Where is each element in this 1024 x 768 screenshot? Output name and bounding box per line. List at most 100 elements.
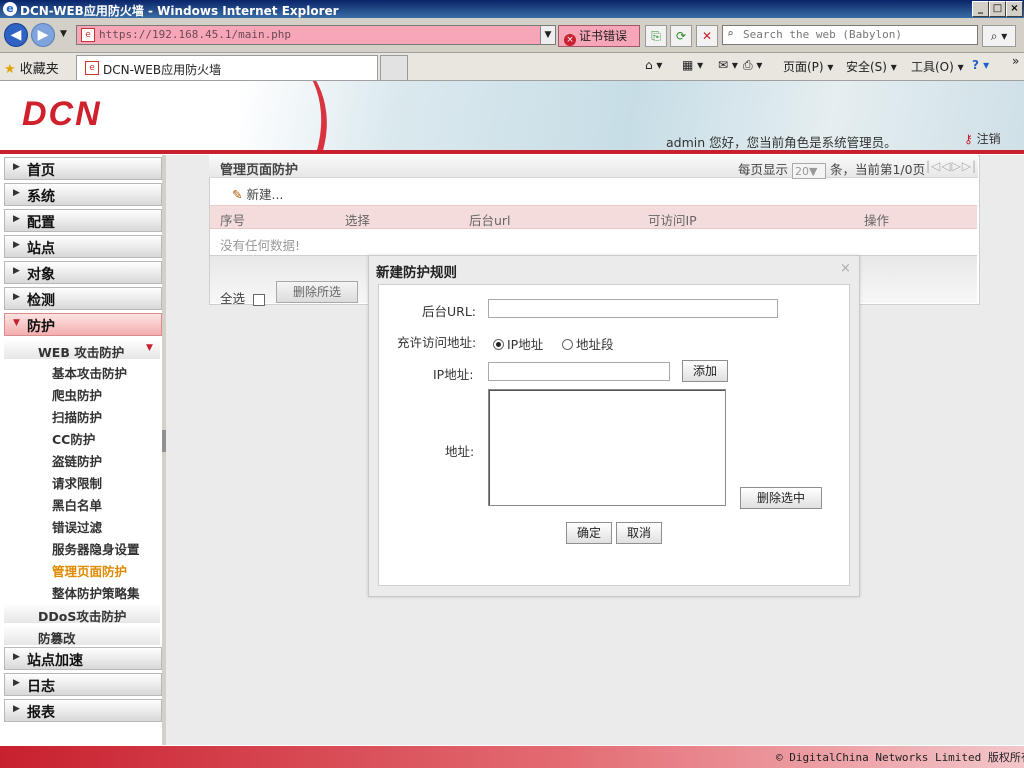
allow-address-label: 充许访问地址: (397, 335, 477, 350)
submenu-tamper[interactable]: 防篡改 (4, 625, 160, 646)
radio-ip[interactable] (493, 339, 504, 350)
paging-prefix: 每页显示 (738, 162, 789, 177)
history-dropdown-icon[interactable]: ▼ (60, 29, 67, 39)
cert-error-label: 证书错误 (579, 29, 628, 43)
menu-site[interactable]: ▶ 站点 (4, 235, 162, 258)
cancel-button[interactable]: 取消 (616, 522, 662, 544)
forward-button[interactable]: ▶ (31, 23, 55, 47)
menu-system[interactable]: ▶ 系统 (4, 183, 162, 206)
browser-tab[interactable]: e DCN-WEB应用防火墙 (76, 55, 378, 80)
mail-icon[interactable]: ✉ ▾ (718, 58, 738, 72)
new-rule-button[interactable]: ✎ 新建... (232, 184, 283, 203)
tab-title: DCN-WEB应用防火墙 (103, 63, 222, 77)
page-menu-label: 页面(P) (783, 60, 824, 74)
feeds-icon[interactable]: ▦ ▾ (682, 58, 703, 72)
tools-menu-label: 工具(O) (911, 60, 954, 74)
select-all[interactable]: 全选 (220, 288, 265, 307)
tools-menu[interactable]: 工具(O) ▾ (911, 58, 964, 75)
menu-label: 防护 (27, 319, 55, 335)
page-size-select[interactable]: 20▼ (792, 162, 826, 179)
menu-log[interactable]: ▶ 日志 (4, 673, 162, 696)
nav-error-filter[interactable]: 错误过滤 (52, 517, 102, 536)
first-page-icon[interactable]: |◁ (926, 159, 941, 173)
radio-range[interactable] (562, 339, 573, 350)
radio-ip-option[interactable]: IP地址 (493, 334, 543, 353)
last-page-icon[interactable]: ▷| (962, 159, 977, 173)
submenu-web-attack[interactable]: WEB 攻击防护 ▼ (4, 339, 160, 360)
page-size-value: 20 (795, 164, 809, 178)
nav-scan[interactable]: 扫描防护 (52, 407, 102, 426)
prev-page-icon[interactable]: ◁ (941, 159, 951, 173)
select-all-checkbox[interactable] (252, 293, 265, 306)
search-input[interactable]: ⌕ Search the web (Babylon) (722, 25, 978, 45)
triangle-right-icon: ▶ (13, 266, 20, 276)
triangle-right-icon: ▶ (13, 704, 20, 714)
new-tab-button[interactable] (380, 55, 408, 80)
menu-acceleration[interactable]: ▶ 站点加速 (4, 647, 162, 670)
triangle-down-icon: ▼ (146, 343, 153, 353)
submenu-ddos[interactable]: DDoS攻击防护 (4, 603, 160, 624)
logout-link[interactable]: ⚷ 注销 (964, 130, 1001, 147)
triangle-right-icon: ▶ (13, 162, 20, 172)
nav-blackwhite[interactable]: 黑白名单 (52, 495, 102, 514)
maximize-button[interactable]: □ (989, 1, 1006, 17)
menu-label: 对象 (27, 267, 55, 283)
minimize-button[interactable]: _ (972, 1, 989, 17)
header-divider (0, 150, 1024, 154)
dialog-close-icon[interactable]: × (840, 261, 851, 276)
compatibility-icon[interactable]: ⎘ (645, 25, 667, 47)
search-icon: ⌕ (727, 27, 734, 40)
nav-request-limit[interactable]: 请求限制 (52, 473, 102, 492)
menu-label: 日志 (27, 679, 55, 695)
ip-address-input[interactable] (488, 362, 670, 381)
nav-policy-set[interactable]: 整体防护策略集 (52, 583, 140, 602)
favorites-button[interactable]: ★ 收藏夹 (4, 58, 59, 77)
nav-cc[interactable]: CC防护 (52, 429, 95, 448)
panel-title: 管理页面防护 (220, 163, 299, 178)
help-icon[interactable]: ? ▾ (972, 58, 989, 72)
window-title: DCN-WEB应用防火墙 - Windows Internet Explorer (20, 4, 339, 18)
menu-protect[interactable]: ▼ 防护 (4, 313, 162, 336)
copyright-text: © DigitalChina Networks Limited 版权所有 (776, 751, 1024, 764)
next-page-icon[interactable]: ▷ (952, 159, 962, 173)
search-go-button[interactable]: ⌕ ▾ (982, 25, 1016, 47)
page-menu[interactable]: 页面(P) ▾ (783, 58, 833, 75)
menu-label: 系统 (27, 189, 55, 205)
menu-home[interactable]: ▶ 首页 (4, 157, 162, 180)
safety-menu[interactable]: 安全(S) ▾ (846, 58, 897, 75)
nav-basic-attack[interactable]: 基本攻击防护 (52, 363, 127, 382)
nav-admin-page-protect[interactable]: 管理页面防护 (52, 561, 127, 580)
certificate-error-button[interactable]: × 证书错误 (558, 25, 640, 47)
address-list-label: 地址: (445, 444, 475, 459)
add-ip-button[interactable]: 添加 (682, 360, 728, 382)
url-field[interactable]: e https://192.168.45.1/main.php ▼ (76, 25, 556, 45)
close-window-button[interactable]: × (1006, 1, 1023, 17)
nav-crawler[interactable]: 爬虫防护 (52, 385, 102, 404)
dcn-logo: DCN (22, 95, 102, 133)
address-list-box[interactable] (488, 389, 726, 506)
nav-hotlink[interactable]: 盗链防护 (52, 451, 102, 470)
menu-detect[interactable]: ▶ 检测 (4, 287, 162, 310)
url-dropdown-icon[interactable]: ▼ (540, 26, 555, 44)
header-banner (240, 81, 1024, 153)
submenu-label: WEB 攻击防护 (38, 345, 125, 360)
menu-report[interactable]: ▶ 报表 (4, 699, 162, 722)
menu-config[interactable]: ▶ 配置 (4, 209, 162, 232)
radio-range-option[interactable]: 地址段 (562, 334, 614, 353)
refresh-icon[interactable]: ⟳ (670, 25, 692, 47)
print-icon[interactable]: ⎙ ▾ (743, 58, 762, 73)
url-label: 后台URL: (422, 304, 477, 319)
back-button[interactable]: ◀ (4, 23, 28, 47)
home-icon[interactable]: ⌂ ▾ (645, 58, 662, 72)
backend-url-input[interactable] (488, 299, 778, 318)
delete-selected-button[interactable]: 删除所选 (276, 281, 358, 303)
triangle-right-icon: ▶ (13, 214, 20, 224)
stop-icon[interactable]: ✕ (696, 25, 718, 47)
ok-button[interactable]: 确定 (566, 522, 612, 544)
pager-nav[interactable]: |◁◁▷▷| (926, 159, 977, 173)
menu-object[interactable]: ▶ 对象 (4, 261, 162, 284)
more-chevron-icon[interactable]: » (1012, 54, 1019, 68)
nav-server-stealth[interactable]: 服务器隐身设置 (52, 539, 140, 558)
delete-selected-address-button[interactable]: 删除选中 (740, 487, 822, 509)
triangle-right-icon: ▶ (13, 678, 20, 688)
